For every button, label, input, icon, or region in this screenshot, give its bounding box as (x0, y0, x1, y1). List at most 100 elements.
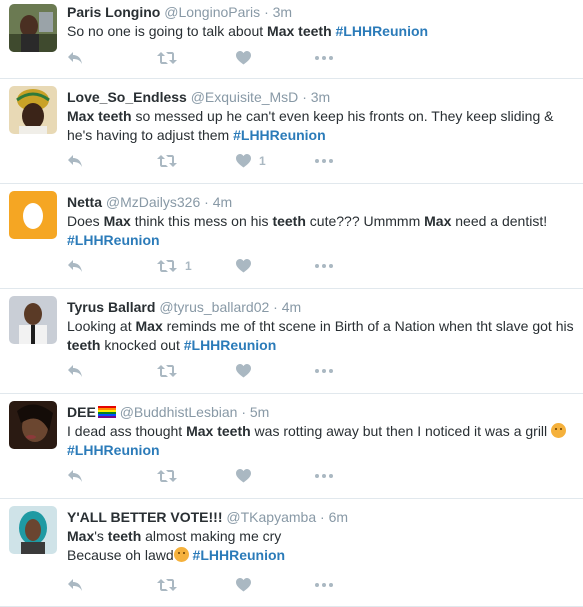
more-button[interactable] (315, 361, 345, 381)
tweet[interactable]: Y'ALL BETTER VOTE!!! @TKapyamba · 6m Max… (0, 499, 583, 607)
display-name[interactable]: Tyrus Ballard (67, 299, 155, 315)
tweet-text: I dead ass thought Max teeth was rotting… (67, 422, 577, 460)
highlighted-term: teeth (67, 337, 101, 353)
username[interactable]: @LonginoParis (164, 4, 260, 20)
reply-icon (68, 52, 82, 64)
like-button[interactable] (236, 575, 315, 595)
highlighted-term: Max teeth (67, 108, 132, 124)
like-button[interactable] (236, 466, 315, 486)
separator-dot: · (204, 194, 209, 210)
like-button[interactable]: 1 (236, 151, 315, 171)
text-segment: Because oh lawd (67, 547, 174, 563)
like-button[interactable] (236, 256, 315, 276)
tweet-actions (67, 466, 345, 486)
username[interactable]: @BuddhistLesbian (120, 404, 238, 420)
retweet-icon (157, 52, 177, 64)
tweet-text: Does Max think this mess on his teeth cu… (67, 212, 577, 250)
retweet-button[interactable] (157, 48, 236, 68)
like-button[interactable] (236, 361, 315, 381)
tweet-actions (67, 361, 345, 381)
retweet-button[interactable] (157, 151, 236, 171)
heart-icon (236, 469, 251, 483)
avatar[interactable] (9, 191, 57, 239)
retweet-count: 1 (185, 259, 192, 273)
more-button[interactable] (315, 575, 345, 595)
username[interactable]: @MzDailys326 (106, 194, 200, 210)
tweet-actions: 1 (67, 151, 345, 171)
more-button[interactable] (315, 466, 345, 486)
reply-button[interactable] (67, 575, 157, 595)
timestamp[interactable]: 3m (311, 89, 330, 105)
heart-icon (236, 578, 251, 592)
hashtag-link[interactable]: #LHHReunion (336, 23, 429, 39)
avatar[interactable] (9, 506, 57, 554)
highlighted-term: teeth (272, 213, 306, 229)
tweet-header: Paris Longino @LonginoParis · 3m (67, 4, 573, 20)
separator-dot: · (241, 404, 246, 420)
reply-button[interactable] (67, 256, 157, 276)
tweet-header: Love_So_Endless @Exquisite_MsD · 3m (67, 89, 573, 105)
display-name[interactable]: Love_So_Endless (67, 89, 187, 105)
retweet-button[interactable] (157, 466, 236, 486)
thinking-face-icon (551, 423, 567, 438)
timestamp[interactable]: 4m (213, 194, 232, 210)
timestamp[interactable]: 5m (250, 404, 269, 420)
timestamp[interactable]: 4m (282, 299, 301, 315)
hashtag-link[interactable]: #LHHReunion (193, 547, 286, 563)
hashtag-link[interactable]: #LHHReunion (184, 337, 277, 353)
anxious-face-icon (173, 547, 189, 562)
highlighted-term: Max (135, 318, 163, 334)
hashtag-link[interactable]: #LHHReunion (67, 442, 160, 458)
reply-button[interactable] (67, 361, 157, 381)
highlighted-term: Max teeth (186, 423, 251, 439)
tweet[interactable]: Tyrus Ballard @tyrus_ballard02 · 4m Look… (0, 289, 583, 394)
separator-dot: · (273, 299, 278, 315)
more-icon (315, 159, 333, 163)
reply-icon (68, 260, 82, 272)
tweet-actions: 1 (67, 256, 345, 276)
retweet-button[interactable] (157, 575, 236, 595)
avatar[interactable] (9, 401, 57, 449)
tweet-header: Y'ALL BETTER VOTE!!! @TKapyamba · 6m (67, 509, 573, 525)
timestamp[interactable]: 3m (273, 4, 292, 20)
tweet[interactable]: Paris Longino @LonginoParis · 3m So no o… (0, 0, 583, 79)
separator-dot: · (302, 89, 307, 105)
more-icon (315, 264, 333, 268)
timestamp[interactable]: 6m (329, 509, 348, 525)
more-button[interactable] (315, 151, 345, 171)
reply-button[interactable] (67, 466, 157, 486)
display-name[interactable]: Paris Longino (67, 4, 160, 20)
display-name[interactable]: Y'ALL BETTER VOTE!!! (67, 509, 223, 525)
retweet-button[interactable]: 1 (157, 256, 236, 276)
like-button[interactable] (236, 48, 315, 68)
avatar[interactable] (9, 4, 57, 52)
reply-button[interactable] (67, 48, 157, 68)
more-button[interactable] (315, 48, 345, 68)
reply-button[interactable] (67, 151, 157, 171)
tweet[interactable]: Love_So_Endless @Exquisite_MsD · 3m Max … (0, 79, 583, 184)
tweet-actions (67, 48, 345, 68)
heart-icon (236, 364, 251, 378)
text-segment: need a dentist! (451, 213, 548, 229)
username[interactable]: @tyrus_ballard02 (159, 299, 269, 315)
text-segment: was rotting away but then I noticed it w… (250, 423, 552, 439)
username[interactable]: @TKapyamba (226, 509, 316, 525)
text-segment: 's (94, 528, 108, 544)
text-segment: So no one is going to talk about (67, 23, 268, 39)
retweet-button[interactable] (157, 361, 236, 381)
display-name[interactable]: DEE (67, 404, 96, 420)
text-segment: reminds me of tht scene in Birth of a Na… (162, 318, 574, 334)
tweet[interactable]: Netta @MzDailys326 · 4m Does Max think t… (0, 184, 583, 289)
tweet[interactable]: DEE @BuddhistLesbian · 5m I dead ass tho… (0, 394, 583, 499)
display-name[interactable]: Netta (67, 194, 102, 210)
hashtag-link[interactable]: #LHHReunion (233, 127, 326, 143)
avatar[interactable] (9, 296, 57, 344)
hashtag-link[interactable]: #LHHReunion (67, 232, 160, 248)
highlighted-term: Max teeth (267, 23, 332, 39)
tweet-text: So no one is going to talk about Max tee… (67, 22, 577, 41)
username[interactable]: @Exquisite_MsD (191, 89, 299, 105)
separator-dot: · (264, 4, 269, 20)
avatar[interactable] (9, 86, 57, 134)
text-segment: Does (67, 213, 104, 229)
more-button[interactable] (315, 256, 345, 276)
